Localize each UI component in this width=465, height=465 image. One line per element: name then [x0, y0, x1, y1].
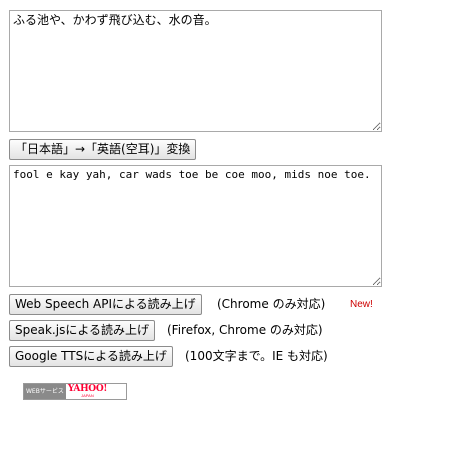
google-tts-button[interactable]: Google TTSによる読み上げ — [9, 346, 173, 367]
convert-button[interactable]: 「日本語」→「英語(空耳)」変換 — [9, 139, 197, 160]
web-speech-note: (Chrome のみ対応) — [217, 297, 326, 311]
page: 「日本語」→「英語(空耳)」変換 Web Speech APIによる読み上げ (… — [0, 0, 465, 465]
google-tts-note: (100文字まで。IE も対応) — [185, 349, 328, 363]
speak-js-button[interactable]: Speak.jsによる読み上げ — [9, 320, 155, 341]
yahoo-web-services-badge[interactable]: WEBサービス YAHOO! JAPAN — [23, 383, 127, 400]
yahoo-logo: YAHOO! JAPAN — [66, 384, 109, 399]
output-textarea[interactable] — [9, 165, 382, 287]
speak-js-note: (Firefox, Chrome のみ対応) — [167, 323, 323, 337]
new-badge: New! — [350, 299, 373, 310]
web-services-label: WEBサービス — [24, 384, 66, 399]
yahoo-logo-subtext: JAPAN — [81, 393, 94, 398]
web-speech-button[interactable]: Web Speech APIによる読み上げ — [9, 294, 202, 315]
source-textarea[interactable] — [9, 10, 382, 132]
